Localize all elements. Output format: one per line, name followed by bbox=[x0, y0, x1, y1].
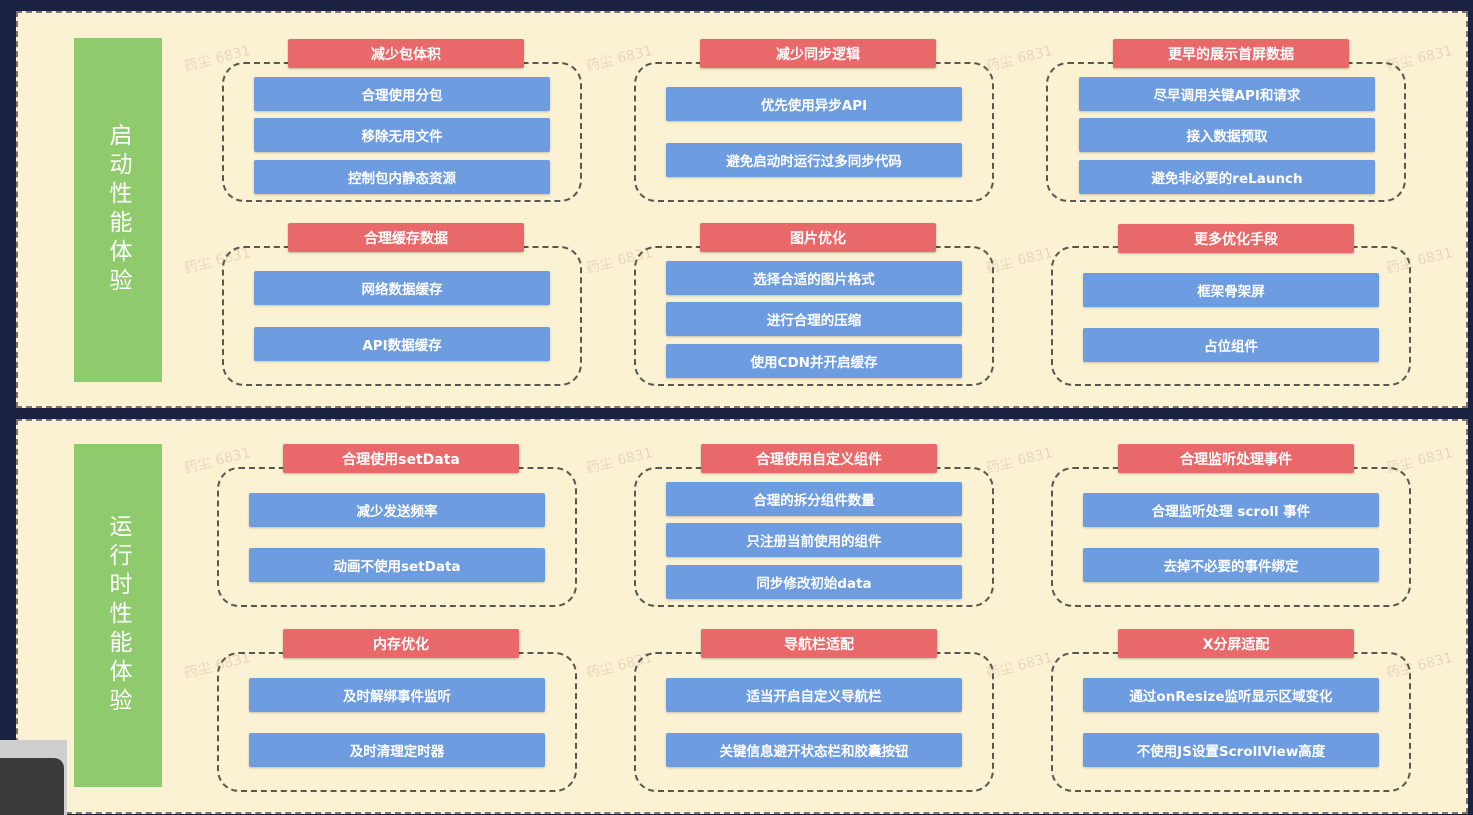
group-item: 移除无用文件 bbox=[254, 118, 550, 152]
group-title: 更多优化手段 bbox=[1118, 224, 1354, 253]
group-item: 尽早调用关键API和请求 bbox=[1079, 77, 1375, 111]
group-item: 合理监听处理 scroll 事件 bbox=[1083, 493, 1379, 527]
group-item: 避免非必要的reLaunch bbox=[1079, 160, 1375, 194]
group-title: 减少同步逻辑 bbox=[700, 39, 936, 68]
group-item: 选择合适的图片格式 bbox=[666, 261, 962, 295]
runtime-section-title: 运行时性能体验 bbox=[105, 514, 131, 717]
group-item: 避免启动时运行过多同步代码 bbox=[666, 143, 962, 177]
group-title: 内存优化 bbox=[283, 629, 519, 658]
group-item: 只注册当前使用的组件 bbox=[666, 523, 962, 557]
group-item: 接入数据预取 bbox=[1079, 118, 1375, 152]
group-item: API数据缓存 bbox=[254, 327, 550, 361]
startup-section-title: 启动性能体验 bbox=[105, 123, 131, 297]
group-item: 优先使用异步API bbox=[666, 87, 962, 121]
group-more-optimizations bbox=[1051, 246, 1411, 386]
webcam-frame bbox=[0, 758, 64, 815]
group-event-handling bbox=[1051, 467, 1411, 607]
group-item: 框架骨架屏 bbox=[1083, 273, 1379, 307]
group-item: 合理使用分包 bbox=[254, 77, 550, 111]
group-item: 关键信息避开状态栏和胶囊按钮 bbox=[666, 733, 962, 767]
group-item: 适当开启自定义导航栏 bbox=[666, 678, 962, 712]
group-item: 不使用JS设置ScrollView高度 bbox=[1083, 733, 1379, 767]
group-title: 合理监听处理事件 bbox=[1118, 444, 1354, 473]
group-item: 及时清理定时器 bbox=[249, 733, 545, 767]
group-item: 动画不使用setData bbox=[249, 548, 545, 582]
group-item: 占位组件 bbox=[1083, 328, 1379, 362]
group-split-screen-adaptation bbox=[1051, 652, 1411, 792]
group-item: 及时解绑事件监听 bbox=[249, 678, 545, 712]
group-item: 使用CDN并开启缓存 bbox=[666, 344, 962, 378]
group-title: 图片优化 bbox=[700, 223, 936, 252]
group-item: 减少发送频率 bbox=[249, 493, 545, 527]
webcam-overlay bbox=[0, 740, 67, 815]
group-reduce-sync-logic bbox=[634, 62, 994, 202]
group-item: 合理的拆分组件数量 bbox=[666, 482, 962, 516]
group-title: 导航栏适配 bbox=[701, 629, 937, 658]
group-navbar-adaptation bbox=[634, 652, 994, 792]
group-title: 合理使用setData bbox=[283, 444, 519, 473]
group-item: 控制包内静态资源 bbox=[254, 160, 550, 194]
group-title: 更早的展示首屏数据 bbox=[1113, 39, 1349, 68]
group-item: 网络数据缓存 bbox=[254, 271, 550, 305]
group-item: 同步修改初始data bbox=[666, 565, 962, 599]
group-title: X分屏适配 bbox=[1118, 629, 1354, 658]
group-title: 合理使用自定义组件 bbox=[701, 444, 937, 473]
group-setdata bbox=[217, 467, 577, 607]
runtime-section-label: 运行时性能体验 bbox=[74, 444, 162, 787]
group-title: 合理缓存数据 bbox=[288, 223, 524, 252]
group-item: 进行合理的压缩 bbox=[666, 302, 962, 336]
group-cache-data bbox=[222, 246, 582, 386]
group-title: 减少包体积 bbox=[288, 39, 524, 68]
group-memory-optimization bbox=[217, 652, 577, 792]
group-item: 通过onResize监听显示区域变化 bbox=[1083, 678, 1379, 712]
group-item: 去掉不必要的事件绑定 bbox=[1083, 548, 1379, 582]
startup-section-label: 启动性能体验 bbox=[74, 38, 162, 382]
